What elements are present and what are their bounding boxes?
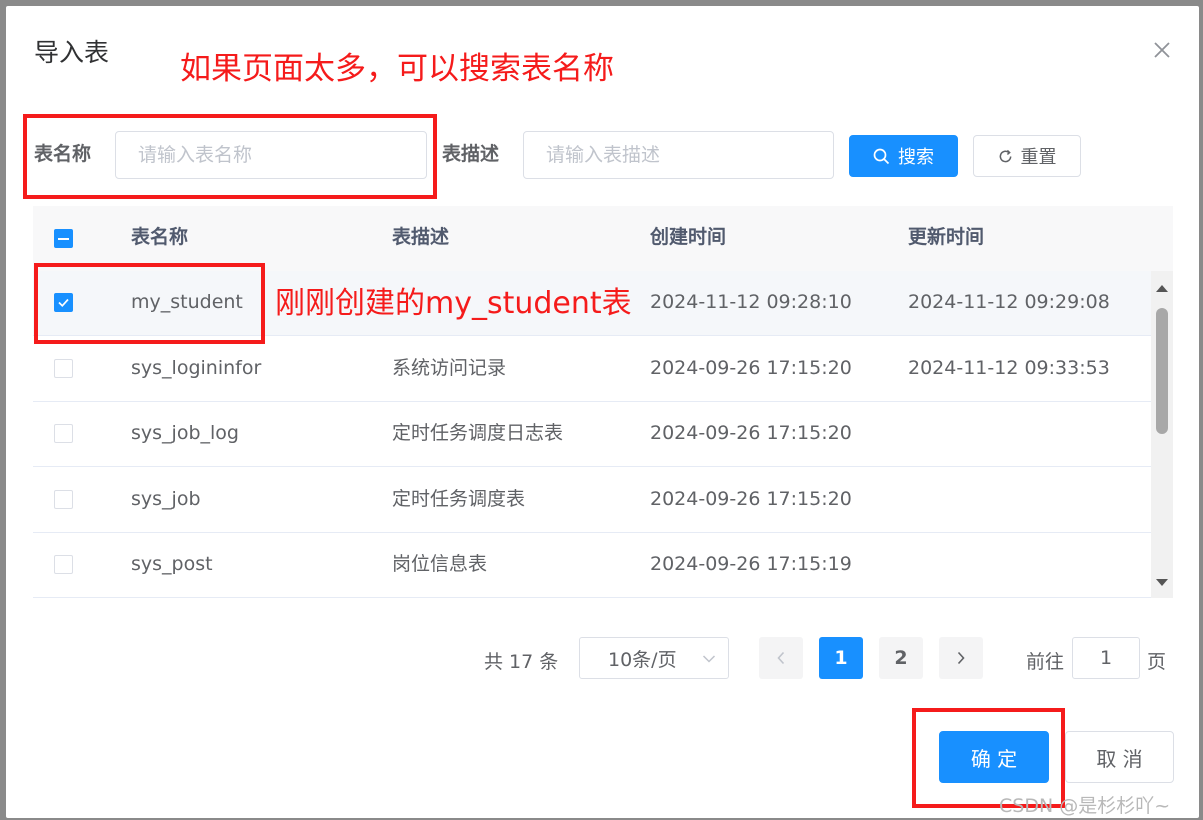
header-updated-time[interactable]: 更新时间 [908,228,984,247]
row-checkbox[interactable] [54,490,73,509]
table-row[interactable]: sys_job 定时任务调度表 2024-09-26 17:15:20 [33,468,1151,533]
reset-button-label: 重置 [1020,147,1057,168]
cell-table-name: sys_job_log [131,422,239,444]
scrollbar-thumb[interactable] [1156,308,1168,434]
cell-table-desc: 定时任务调度表 [392,488,526,510]
row-checkbox[interactable] [54,359,73,378]
cell-table-name: sys_job [131,488,201,510]
pagination-total: 共 17 条 [484,651,559,673]
header-table-desc[interactable]: 表描述 [392,228,449,247]
cancel-button-label: 取 消 [1096,746,1143,771]
cancel-button[interactable]: 取 消 [1065,731,1174,783]
page-size-value: 10条/页 [608,648,677,671]
dialog-title: 导入表 [34,38,110,67]
page-1-button[interactable]: 1 [819,637,863,679]
search-button[interactable]: 搜索 [849,135,958,177]
cell-created-time: 2024-09-26 17:15:20 [650,488,852,510]
table-desc-input[interactable] [523,131,834,179]
cell-created-time: 2024-09-26 17:15:19 [650,553,852,575]
header-table-name[interactable]: 表名称 [131,228,188,247]
table-name-label: 表名称 [34,143,92,165]
page-2-button[interactable]: 2 [879,637,923,679]
cell-created-time: 2024-09-26 17:15:20 [650,422,852,444]
table-row[interactable]: sys_post 岗位信息表 2024-09-26 17:15:19 [33,533,1151,598]
reset-button[interactable]: 重置 [973,135,1081,177]
cell-updated-time: 2024-11-12 09:33:53 [908,357,1110,379]
page-size-select[interactable]: 10条/页 [579,637,729,679]
table-row[interactable]: sys_job_log 定时任务调度日志表 2024-09-26 17:15:2… [33,402,1151,467]
goto-page-input[interactable] [1072,637,1140,679]
cell-table-desc: 定时任务调度日志表 [392,422,564,444]
cell-created-time: 2024-11-12 09:28:10 [650,291,852,313]
table-name-input[interactable] [115,131,427,179]
confirm-button-label: 确 定 [970,746,1018,771]
select-all-checkbox[interactable] [54,229,73,248]
chevron-left-icon [777,651,785,665]
refresh-icon [999,149,1011,162]
table-desc-label: 表描述 [442,143,500,165]
table-scrollbar[interactable] [1151,271,1173,598]
import-table-dialog: 导入表 如果页面太多，可以搜索表名称 表名称 表描述 搜索 重置 表名称 表描述… [6,6,1199,818]
search-icon [873,148,890,164]
row-checkbox[interactable] [54,555,73,574]
goto-label: 前往 [1026,651,1065,673]
cell-table-desc: 系统访问记录 [392,357,507,379]
csdn-watermark: CSDN @是杉杉吖~ [999,795,1171,817]
cell-table-name: sys_post [131,553,213,575]
table-header: 表名称 表描述 创建时间 更新时间 [33,206,1173,271]
scroll-up-icon[interactable] [1151,281,1173,297]
chevron-right-icon [957,651,965,665]
header-created-time[interactable]: 创建时间 [650,228,726,247]
row-checkbox[interactable] [54,424,73,443]
cell-created-time: 2024-09-26 17:15:20 [650,357,852,379]
chevron-down-icon [702,655,716,663]
table-row[interactable]: sys_logininfor 系统访问记录 2024-09-26 17:15:2… [33,337,1151,402]
close-icon[interactable] [1152,40,1172,60]
cell-updated-time: 2024-11-12 09:29:08 [908,291,1110,313]
confirm-button[interactable]: 确 定 [939,731,1049,783]
cell-table-desc: 岗位信息表 [392,553,488,575]
prev-page-button[interactable] [759,637,803,679]
search-hint-annotation: 如果页面太多，可以搜索表名称 [180,51,614,87]
search-button-label: 搜索 [898,147,934,168]
row-hint-annotation: 刚刚创建的my_student表 [275,286,632,321]
page-suffix-label: 页 [1147,651,1167,673]
next-page-button[interactable] [939,637,983,679]
annotation-box-my-student [34,263,265,344]
cell-table-name: sys_logininfor [131,357,262,379]
scroll-down-icon[interactable] [1151,575,1173,591]
